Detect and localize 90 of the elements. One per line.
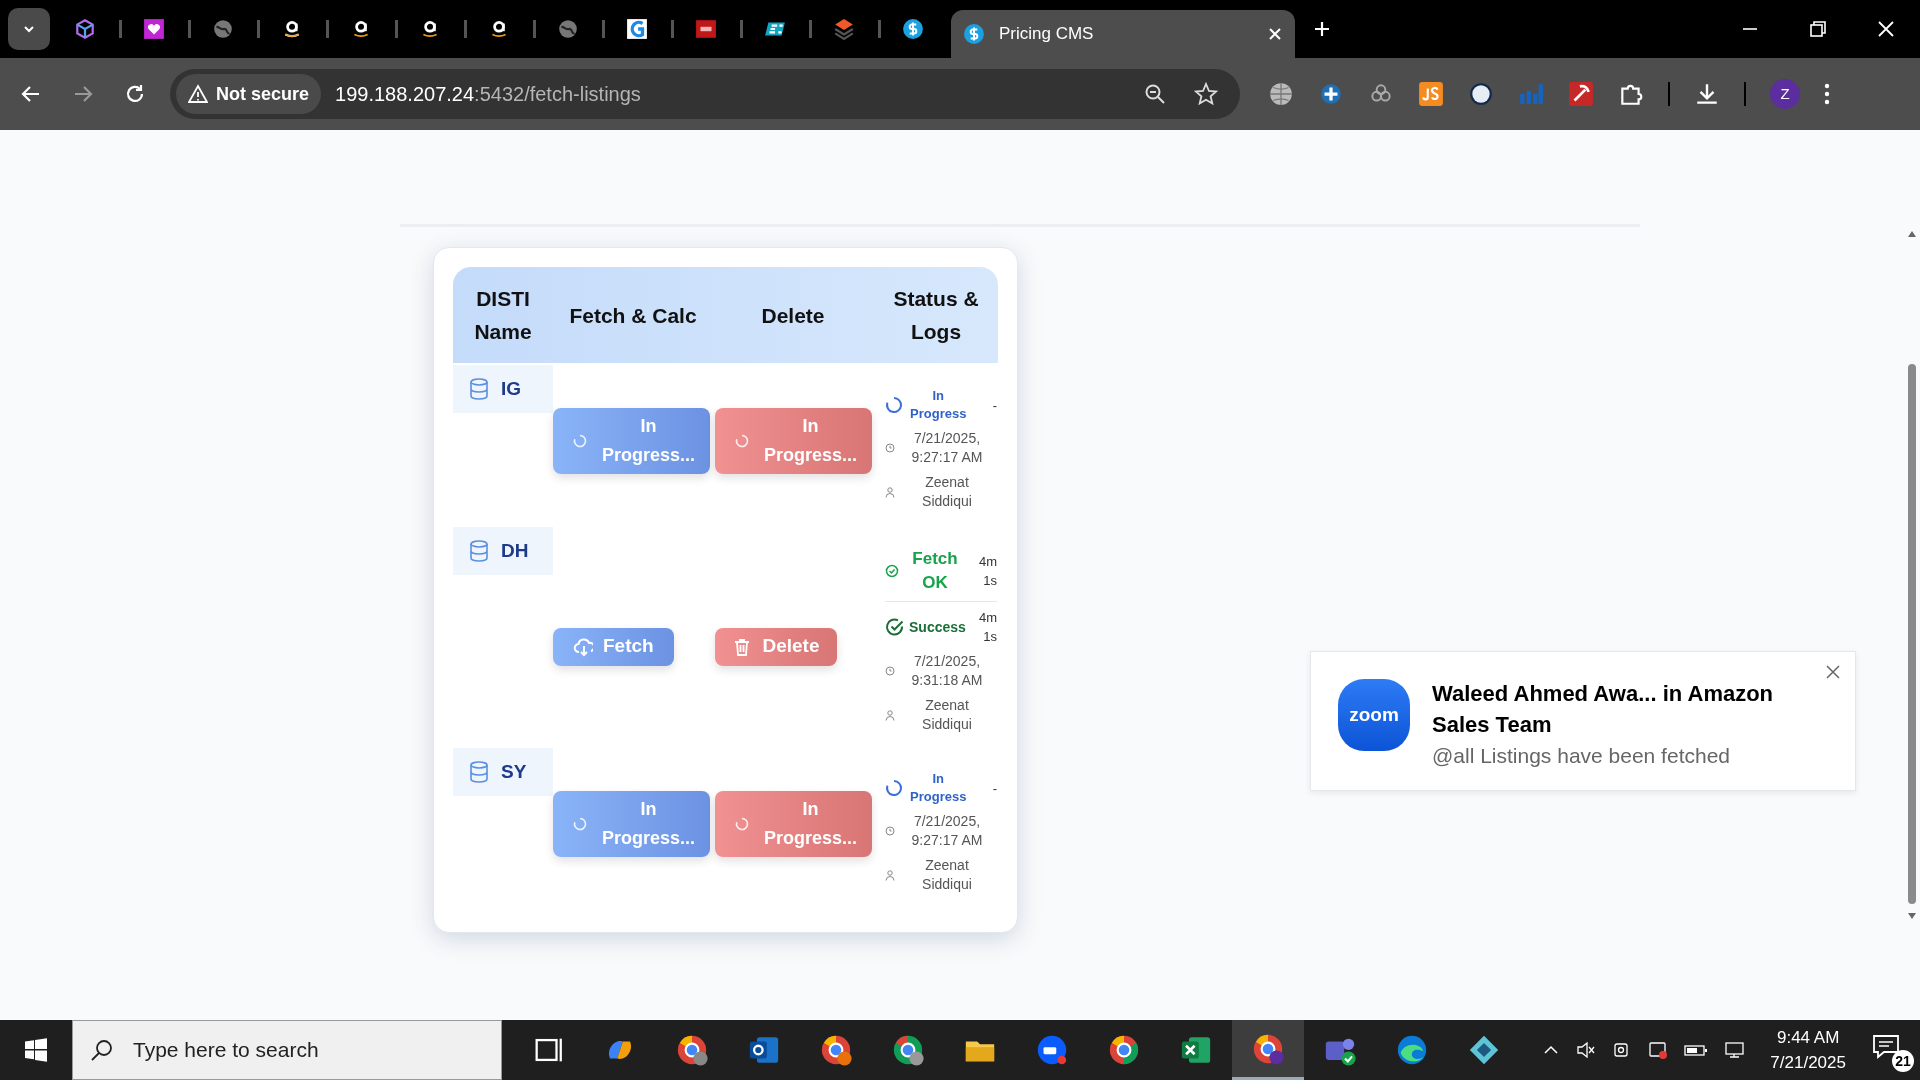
duration-text: 4m 1s	[977, 609, 997, 646]
download-icon[interactable]	[1694, 81, 1720, 107]
spinner-icon	[573, 817, 587, 831]
scrollbar-thumb[interactable]	[1908, 364, 1916, 904]
user-name: Zeenat Siddiqui	[921, 696, 973, 734]
spinner-icon	[735, 817, 749, 831]
database-icon	[469, 540, 489, 562]
dollar-circle-icon	[963, 23, 985, 45]
notification-message: @all Listings have been fetched	[1432, 743, 1731, 769]
notification-toast[interactable]: zoom Waleed Ahmed Awa... in Amazon Sales Team @all Listings have been fetched	[1310, 651, 1856, 791]
zoom-out-icon[interactable]	[1144, 83, 1166, 105]
circle-icon[interactable]	[1468, 81, 1494, 107]
status-label: Fetch OK	[911, 548, 959, 594]
disti-name-cell: DH	[453, 527, 553, 575]
dollar-circle-icon	[901, 18, 924, 40]
pickaxe-tile-icon[interactable]	[1568, 81, 1594, 107]
browser-tab[interactable]: Pricing CMS	[951, 10, 1295, 58]
cube-icon	[73, 18, 96, 40]
taskbar-search-field[interactable]: Type here to search	[72, 1020, 502, 1080]
scroll-up-icon[interactable]	[1907, 230, 1917, 238]
status-label: In Progress	[909, 387, 968, 423]
url-text: 199.188.207.24:5432/fetch-listings	[335, 82, 641, 107]
profile-avatar[interactable]: Z	[1770, 79, 1800, 109]
sync-error-icon[interactable]	[1648, 1040, 1669, 1060]
scroll-down-icon[interactable]	[1907, 912, 1917, 920]
warning-icon	[188, 84, 208, 104]
browser-profile-icon	[891, 1033, 925, 1067]
app-logo: zoom	[1338, 679, 1410, 751]
tile-icon	[694, 18, 717, 40]
person-icon	[885, 486, 895, 498]
check-circle-icon	[885, 564, 899, 578]
spinner-icon	[735, 434, 749, 448]
disti-name-cell: IG	[453, 365, 553, 413]
timestamp-text: 7/21/2025, 9:27:17 AM	[910, 429, 984, 467]
star-icon[interactable]	[1194, 82, 1218, 106]
taskbar-app[interactable]	[1232, 1020, 1304, 1080]
notification-title: Waleed Ahmed Awa... in Amazon Sales Team	[1432, 680, 1775, 739]
spinner-icon	[573, 434, 587, 448]
timestamp-text: 7/21/2025, 9:31:18 AM	[910, 652, 984, 690]
spinner-icon	[885, 396, 903, 414]
check-circle-icon	[885, 617, 905, 637]
search-icon	[90, 1038, 114, 1062]
database-icon	[469, 378, 489, 400]
wave-browser-icon	[1395, 1033, 1429, 1067]
muted-speaker-icon[interactable]	[1576, 1040, 1597, 1060]
database-icon	[469, 761, 489, 783]
user-name: Zeenat Siddiqui	[921, 473, 973, 511]
reload-icon[interactable]	[124, 83, 146, 105]
windows-logo-icon[interactable]	[24, 1038, 48, 1062]
close-icon[interactable]	[1267, 26, 1283, 42]
tab-search-button[interactable]	[8, 8, 50, 50]
stack-icon	[832, 18, 855, 40]
system-clock[interactable]: 9:44 AM 7/21/2025	[1770, 1025, 1846, 1075]
cloud-download-icon	[573, 636, 593, 657]
clock-icon	[885, 666, 895, 676]
address-bar[interactable]: Not secure 199.188.207.24:5432/fetch-listings	[170, 69, 1240, 119]
status-label: In Progress	[909, 770, 968, 806]
duration-text: -	[991, 779, 997, 798]
clock-icon	[885, 443, 895, 453]
spinner-icon	[885, 779, 903, 797]
restore-icon[interactable]	[1809, 20, 1827, 38]
timestamp-text: 7/21/2025, 9:27:17 AM	[910, 812, 984, 850]
column-header[interactable]: Fetch & Calc	[553, 298, 713, 332]
disti-name-cell: SY	[453, 748, 553, 796]
js-tile-icon[interactable]	[1418, 81, 1444, 107]
duration-text: 4m 1s	[977, 553, 997, 590]
browser-profile-icon	[675, 1033, 709, 1067]
clock-icon	[885, 826, 895, 836]
swirl-tile-icon	[625, 18, 648, 40]
security-chip[interactable]: Not secure	[176, 74, 322, 114]
person-icon	[885, 869, 895, 881]
heart-tile-icon	[142, 18, 165, 40]
cross-badge-icon[interactable]	[1318, 81, 1344, 107]
column-header[interactable]: DISTI Name	[453, 282, 553, 348]
browser-profile-icon	[819, 1033, 853, 1067]
diamond-icon	[1467, 1033, 1501, 1067]
status-label: Success	[909, 618, 967, 637]
user-name: Zeenat Siddiqui	[921, 856, 973, 894]
video-app-icon	[1035, 1033, 1069, 1067]
globe-icon	[211, 18, 234, 40]
more-icon[interactable]	[1824, 83, 1830, 105]
browser-icon	[1107, 1033, 1141, 1067]
duration-text: -	[991, 396, 997, 415]
tab-title: Pricing CMS	[999, 23, 1095, 46]
person-icon	[885, 709, 895, 721]
globe-icon[interactable]	[1268, 81, 1294, 107]
globe-icon	[556, 18, 579, 40]
column-header[interactable]: Delete	[713, 298, 873, 332]
new-tab-icon[interactable]	[1313, 20, 1331, 38]
column-header[interactable]: Status & Logs	[873, 282, 999, 348]
